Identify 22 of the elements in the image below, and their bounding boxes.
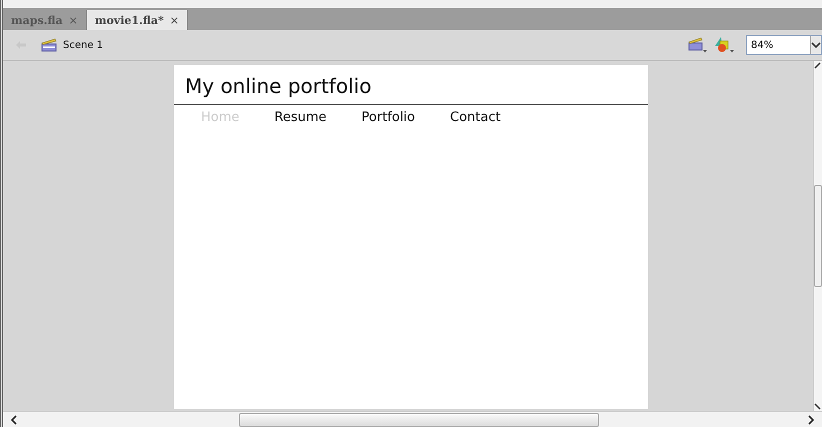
scroll-thumb[interactable] — [814, 185, 822, 287]
zoom-dropdown[interactable]: 84% — [746, 35, 822, 55]
scroll-down-icon[interactable] — [814, 401, 822, 411]
clapperboard-menu-icon[interactable] — [688, 37, 708, 53]
shapes-menu-icon[interactable] — [714, 36, 736, 54]
document-tab[interactable]: movie1.fla* × — [86, 10, 188, 30]
vertical-scrollbar[interactable] — [813, 61, 822, 411]
scene-label[interactable]: Scene 1 — [63, 40, 104, 50]
scroll-right-icon[interactable] — [806, 414, 816, 424]
scroll-left-icon[interactable] — [9, 414, 19, 424]
page-title: My online portfolio — [174, 65, 648, 105]
nav-link[interactable]: Contact — [450, 110, 501, 125]
horizontal-scrollbar[interactable] — [3, 411, 822, 427]
chevron-down-icon — [810, 36, 821, 54]
tab-label: maps.fla — [11, 14, 63, 26]
close-icon[interactable]: × — [170, 14, 179, 26]
tab-label: movie1.fla* — [94, 14, 164, 26]
nav-link[interactable]: Portfolio — [362, 110, 415, 125]
clapperboard-icon — [41, 38, 57, 52]
nav-link[interactable]: Resume — [274, 110, 327, 125]
scroll-thumb[interactable] — [239, 412, 599, 426]
scroll-up-icon[interactable] — [814, 61, 822, 71]
